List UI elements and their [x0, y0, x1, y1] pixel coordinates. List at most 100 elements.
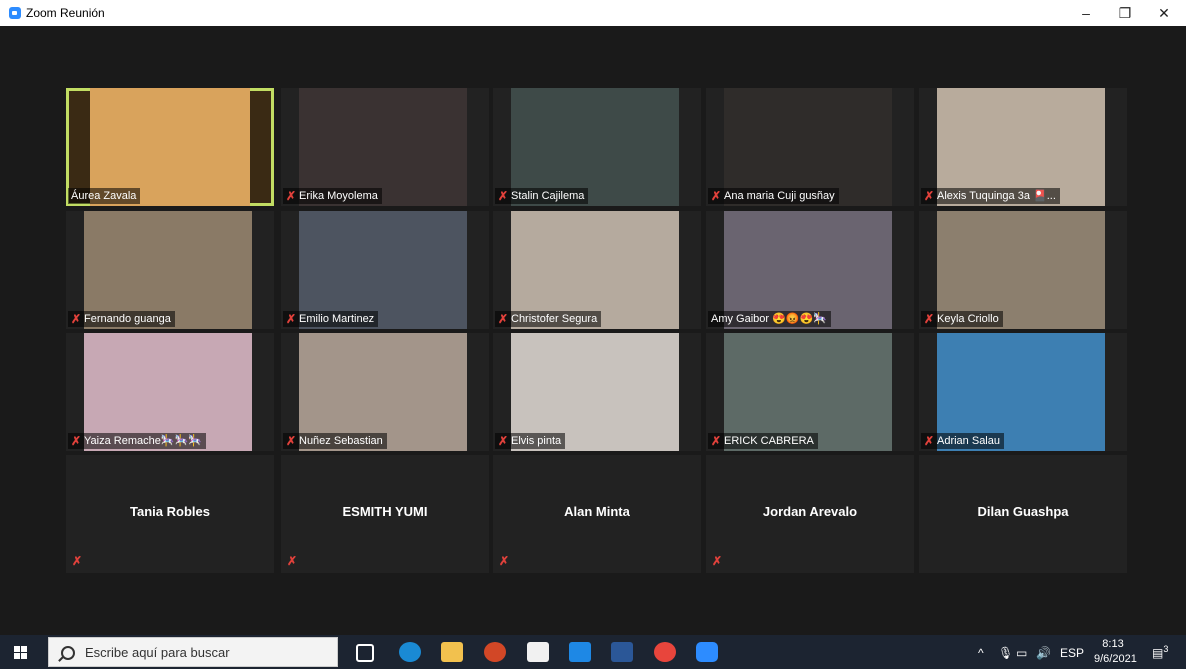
participant-name: Alan Minta: [564, 504, 630, 519]
participant-video-tile[interactable]: ✗ Keyla Criollo: [919, 211, 1127, 329]
participant-name: Christofer Segura: [511, 313, 598, 325]
volume-icon[interactable]: 🔊: [1036, 646, 1051, 660]
muted-mic-icon: ✗: [498, 189, 509, 203]
participant-name-tile[interactable]: Dilan Guashpa: [919, 455, 1127, 573]
muted-mic-icon: ✗: [286, 189, 297, 203]
participant-video-tile[interactable]: ✗ Yaiza Remache🎠🎠🎠: [66, 333, 274, 451]
participant-video-tile[interactable]: ✗ Stalin Cajilema: [493, 88, 701, 206]
participant-video-tile[interactable]: ✗ Erika Moyolema: [281, 88, 489, 206]
window-title: Zoom Reunión: [26, 6, 105, 20]
muted-mic-icon: ✗: [711, 189, 722, 203]
participant-name: Elvis pinta: [511, 435, 562, 447]
participant-video-tile[interactable]: Áurea Zavala: [66, 88, 274, 206]
store-icon[interactable]: [527, 642, 549, 662]
muted-mic-icon: ✗: [286, 434, 297, 448]
participant-name-label: ✗ Stalin Cajilema: [495, 188, 589, 204]
participant-name-tile[interactable]: Jordan Arevalo ✗: [706, 455, 914, 573]
close-button[interactable]: ✕: [1149, 3, 1179, 23]
powerpoint-icon[interactable]: [484, 642, 506, 662]
participant-name-label: ✗ Fernando guanga: [68, 311, 175, 327]
participant-name-label: Áurea Zavala: [68, 188, 141, 204]
participant-name: Erika Moyolema: [299, 190, 378, 202]
search-icon: [61, 646, 75, 660]
edge-icon[interactable]: [399, 642, 421, 662]
chevron-up-icon[interactable]: ^: [978, 646, 984, 660]
window-titlebar: Zoom Reunión – ❐ ✕: [0, 0, 1186, 26]
participant-name: Jordan Arevalo: [762, 504, 858, 519]
microphone-icon[interactable]: 🎙: [998, 646, 1013, 660]
zoom-taskbar-icon[interactable]: [696, 642, 718, 662]
language-indicator[interactable]: ESP: [1060, 646, 1084, 660]
file-explorer-icon[interactable]: [441, 642, 463, 662]
taskbar-search[interactable]: Escribe aquí para buscar: [48, 637, 338, 667]
participant-name: ESMITH YUMI: [342, 504, 428, 519]
participant-name: Dilan Guashpa: [977, 504, 1069, 519]
minimize-button[interactable]: –: [1071, 3, 1101, 23]
muted-mic-icon: ✗: [498, 312, 509, 326]
participant-video-tile[interactable]: ✗ Nuñez Sebastian: [281, 333, 489, 451]
participant-name: Adrian Salau: [937, 435, 1000, 447]
windows-taskbar: Escribe aquí para buscar ^ 🎙 ▭ 🔊 ESP 8:1…: [0, 635, 1186, 669]
participant-name-label: ✗ Christofer Segura: [495, 311, 602, 327]
mail-icon[interactable]: [569, 642, 591, 662]
muted-mic-icon: ✗: [924, 434, 935, 448]
participant-name: Keyla Criollo: [937, 313, 999, 325]
participant-name-tile[interactable]: Alan Minta ✗: [493, 455, 701, 573]
participant-name-label: ✗ Elvis pinta: [495, 433, 566, 449]
participant-name-label: ✗ Yaiza Remache🎠🎠🎠: [68, 433, 206, 449]
notification-count: 3: [1163, 644, 1169, 654]
participant-name-label: Amy Gaibor 😍😡😍🎠: [708, 311, 831, 327]
participant-name: Ana maria Cuji gusñay: [724, 190, 835, 202]
muted-mic-icon: ✗: [71, 312, 82, 326]
chrome-icon[interactable]: [654, 642, 676, 662]
word-icon[interactable]: [611, 642, 633, 662]
participant-name-label: ✗ Erika Moyolema: [283, 188, 382, 204]
participant-name: Tania Robles: [130, 504, 210, 519]
participant-video-tile[interactable]: ✗ Adrian Salau: [919, 333, 1127, 451]
participant-name-tile[interactable]: ESMITH YUMI ✗: [281, 455, 489, 573]
muted-mic-icon: ✗: [72, 554, 83, 568]
participant-name: ERICK CABRERA: [724, 435, 814, 447]
participant-name: Áurea Zavala: [71, 190, 137, 202]
participant-video-tile[interactable]: ✗ Alexis Tuquinga 3a 🎴...: [919, 88, 1127, 206]
participant-name: Alexis Tuquinga 3a 🎴...: [937, 190, 1056, 202]
participant-name: Fernando guanga: [84, 313, 171, 325]
windows-start-button[interactable]: [0, 635, 42, 669]
search-placeholder: Escribe aquí para buscar: [85, 645, 230, 660]
task-view-icon[interactable]: [356, 644, 374, 662]
participant-name-label: ✗ Adrian Salau: [921, 433, 1004, 449]
zoom-logo-icon: [9, 7, 21, 19]
muted-mic-icon: ✗: [924, 189, 935, 203]
participant-name: Emilio Martinez: [299, 313, 375, 325]
muted-mic-icon: ✗: [924, 312, 935, 326]
participant-video-tile[interactable]: ✗ Ana maria Cuji gusñay: [706, 88, 914, 206]
muted-mic-icon: ✗: [71, 434, 82, 448]
gallery-view: Áurea Zavala ✗ Erika Moyolema ✗ Stalin Cajil…: [8, 26, 1180, 630]
participant-name: Stalin Cajilema: [511, 190, 585, 202]
network-icon[interactable]: ▭: [1016, 646, 1027, 660]
muted-mic-icon: ✗: [286, 312, 297, 326]
participant-video-tile[interactable]: Amy Gaibor 😍😡😍🎠: [706, 211, 914, 329]
muted-mic-icon: ✗: [712, 554, 723, 568]
participant-name-tile[interactable]: Tania Robles ✗: [66, 455, 274, 573]
participant-video-tile[interactable]: ✗ ERICK CABRERA: [706, 333, 914, 451]
clock-time: 8:13: [1102, 638, 1124, 650]
muted-mic-icon: ✗: [287, 554, 298, 568]
participant-name: Amy Gaibor 😍😡😍🎠: [711, 313, 827, 325]
muted-mic-icon: ✗: [498, 434, 509, 448]
taskbar-clock[interactable]: 8:13 9/6/2021: [1094, 637, 1137, 667]
notifications-icon[interactable]: ▤3: [1152, 644, 1168, 660]
participant-name-label: ✗ Emilio Martinez: [283, 311, 379, 327]
clock-date: 9/6/2021: [1094, 653, 1137, 665]
participant-name-label: ✗ Keyla Criollo: [921, 311, 1003, 327]
participant-video-tile[interactable]: ✗ Elvis pinta: [493, 333, 701, 451]
participant-video-tile[interactable]: ✗ Fernando guanga: [66, 211, 274, 329]
restore-button[interactable]: ❐: [1110, 3, 1140, 23]
participant-name: Yaiza Remache🎠🎠🎠: [84, 435, 202, 447]
muted-mic-icon: ✗: [711, 434, 722, 448]
participant-name: Nuñez Sebastian: [299, 435, 383, 447]
participant-name-label: ✗ Alexis Tuquinga 3a 🎴...: [921, 188, 1060, 204]
participant-video-tile[interactable]: ✗ Emilio Martinez: [281, 211, 489, 329]
participant-name-label: ✗ Nuñez Sebastian: [283, 433, 387, 449]
participant-video-tile[interactable]: ✗ Christofer Segura: [493, 211, 701, 329]
